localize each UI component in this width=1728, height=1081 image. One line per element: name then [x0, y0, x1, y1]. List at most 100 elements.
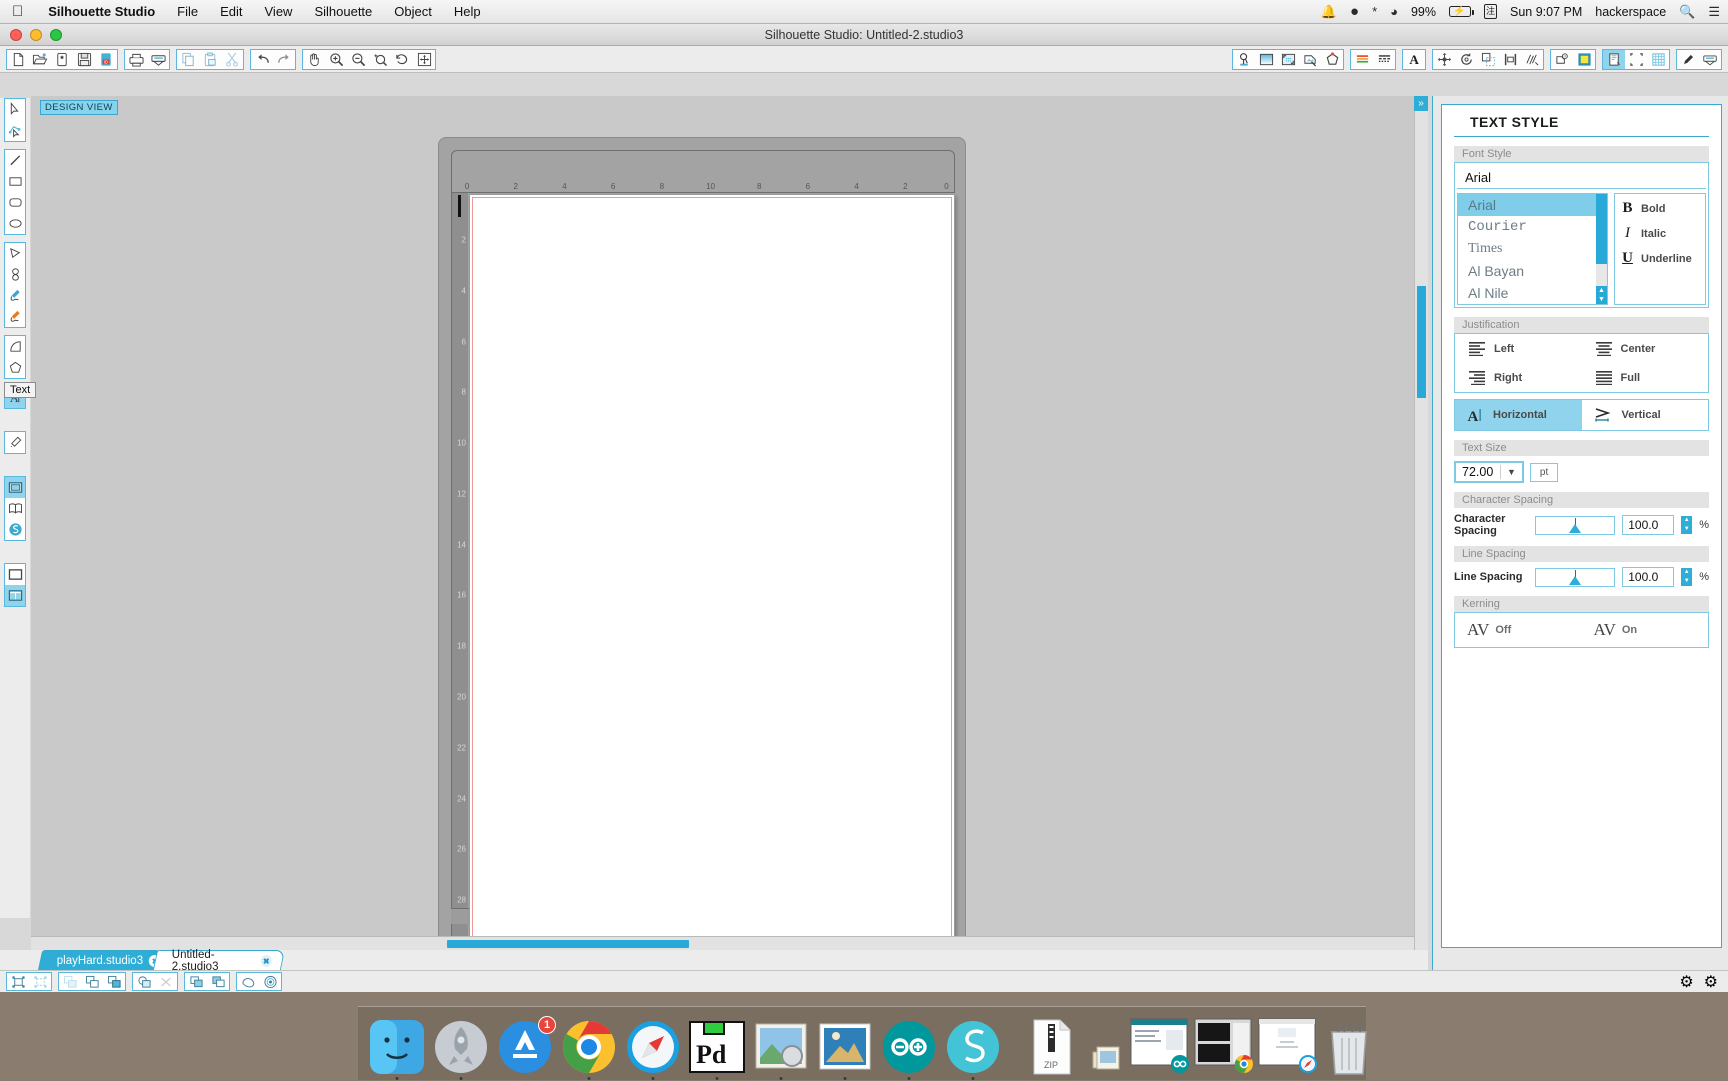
ellipse-tool[interactable]	[5, 213, 25, 234]
dock-item-pure-data[interactable]: Pd	[688, 1018, 746, 1076]
redo-button[interactable]	[273, 50, 295, 69]
page-tools-button[interactable]	[1603, 50, 1625, 69]
select-tool[interactable]	[5, 99, 25, 120]
justify-center-button[interactable]: Center	[1582, 334, 1709, 363]
compound-path-button[interactable]	[185, 973, 207, 990]
character-spacing-input[interactable]: 100.0	[1622, 515, 1674, 535]
grid-button[interactable]	[1647, 50, 1669, 69]
justify-full-button[interactable]: Full	[1582, 363, 1709, 392]
font-list-scroll-thumb[interactable]	[1596, 194, 1607, 264]
stepper-up-icon[interactable]: ▲	[1681, 568, 1692, 577]
document-page[interactable]	[469, 194, 955, 950]
undo-button[interactable]	[251, 50, 273, 69]
dock-file-stack[interactable]	[1090, 1042, 1124, 1076]
offset-button[interactable]	[237, 973, 259, 990]
slider-knob[interactable]	[1569, 576, 1581, 585]
search-icon[interactable]: 🔍	[1679, 5, 1695, 18]
concentric-offset-button[interactable]	[259, 973, 281, 990]
replicate-button[interactable]	[1521, 50, 1543, 69]
edit-points-tool[interactable]	[5, 120, 25, 141]
line-color-button[interactable]	[1351, 50, 1373, 69]
regular-polygon-tool[interactable]	[5, 357, 25, 378]
dock-window-preview-2[interactable]	[1194, 1018, 1252, 1076]
bold-toggle[interactable]: B Bold	[1621, 200, 1705, 217]
scale-button[interactable]	[1477, 50, 1499, 69]
line-style-button[interactable]	[1373, 50, 1395, 69]
menu-help[interactable]: Help	[443, 4, 492, 19]
design-canvas[interactable]: DESIGN VIEW 0 2 4 6 8 10 8 6 4 2 0	[31, 96, 1428, 950]
bring-forward-button[interactable]	[81, 973, 103, 990]
dock-item-photos[interactable]	[752, 1018, 810, 1076]
polygon-tool[interactable]	[5, 243, 25, 264]
preferences-gear-icon[interactable]: ⚙	[1704, 972, 1718, 992]
panel-side-strip[interactable]	[1414, 96, 1428, 950]
scroll-down-arrow-icon[interactable]: ▼	[1596, 295, 1607, 304]
menu-object[interactable]: Object	[383, 4, 443, 19]
font-list-scrollbar[interactable]: ▲ ▼	[1596, 194, 1607, 304]
zoom-region-button[interactable]	[391, 50, 413, 69]
justify-right-button[interactable]: Right	[1455, 363, 1582, 392]
send-to-back-button[interactable]	[59, 973, 81, 990]
page-setup-button[interactable]	[1255, 50, 1277, 69]
slider-knob[interactable]	[1569, 524, 1581, 533]
stepper-up-icon[interactable]: ▲	[1681, 516, 1692, 525]
italic-toggle[interactable]: I Italic	[1621, 225, 1705, 242]
bell-icon[interactable]: 🔔	[1321, 5, 1337, 18]
text-style-button[interactable]: A	[1403, 50, 1425, 69]
bluetooth-icon[interactable]: *	[1372, 5, 1377, 18]
rotate-button[interactable]	[1455, 50, 1477, 69]
dock-trash[interactable]	[1322, 1018, 1380, 1076]
character-spacing-stepper[interactable]: ▲ ▼	[1681, 516, 1692, 534]
menu-view[interactable]: View	[254, 4, 304, 19]
design-view-button[interactable]	[5, 564, 25, 585]
stepper-down-icon[interactable]: ▼	[1681, 577, 1692, 586]
apple-icon[interactable]: 	[12, 4, 23, 19]
line-spacing-slider[interactable]	[1535, 568, 1615, 587]
dock-item-chrome[interactable]	[560, 1018, 618, 1076]
font-name-input[interactable]: Arial	[1457, 167, 1706, 189]
smooth-freehand-tool[interactable]	[5, 306, 25, 327]
horizontal-scroll-thumb[interactable]	[447, 940, 689, 948]
pan-tool-button[interactable]	[303, 50, 325, 69]
line-tool[interactable]	[5, 150, 25, 171]
rectangle-tool[interactable]	[5, 171, 25, 192]
trace-button[interactable]	[1299, 50, 1321, 69]
canvas-horizontal-scrollbar[interactable]	[31, 936, 1415, 950]
settings-gear-icon[interactable]: ⚙	[1679, 972, 1693, 992]
save-as-pdf-button[interactable]: ID	[95, 50, 117, 69]
text-size-control[interactable]: 72.00 ▼	[1454, 461, 1524, 483]
font-option-al-nile[interactable]: Al Nile	[1458, 282, 1607, 304]
kerning-on-button[interactable]: AV On	[1582, 613, 1709, 647]
cutting-mat[interactable]: 0 2 4 6 8 10 8 6 4 2 0 2 4 6 8 10	[438, 137, 966, 950]
rounded-rectangle-tool[interactable]	[5, 192, 25, 213]
registration-marks-button[interactable]	[1277, 50, 1299, 69]
dock-item-app-store[interactable]: 1	[496, 1018, 554, 1076]
gradient-button[interactable]	[1573, 50, 1595, 69]
freehand-tool[interactable]	[5, 285, 25, 306]
zoom-out-button[interactable]	[347, 50, 369, 69]
crop-marks-button[interactable]	[1625, 50, 1647, 69]
dock-item-launchpad[interactable]	[432, 1018, 490, 1076]
line-spacing-input[interactable]: 100.0	[1622, 567, 1674, 587]
close-tab-icon[interactable]: ✖	[261, 955, 272, 967]
zoom-in-button[interactable]	[325, 50, 347, 69]
font-option-arial[interactable]: Arial	[1458, 194, 1607, 216]
menu-bar-clock[interactable]: Sun 9:07 PM	[1510, 5, 1582, 19]
curve-tool[interactable]	[5, 264, 25, 285]
menu-file[interactable]: File	[166, 4, 209, 19]
menu-bar-user[interactable]: hackerspace	[1595, 5, 1666, 19]
tab-untitled-2[interactable]: Untitled-2.studio3✖	[153, 950, 285, 970]
pixscan-button[interactable]	[1321, 50, 1343, 69]
weld-button[interactable]	[133, 973, 155, 990]
kerning-off-button[interactable]: AV Off	[1455, 613, 1582, 647]
stepper-down-icon[interactable]: ▼	[1681, 525, 1692, 534]
wifi-icon[interactable]: ◕	[1390, 5, 1398, 18]
font-list[interactable]: Arial Courier Times Al Bayan Al Nile ▲ ▼	[1457, 193, 1608, 305]
ungroup-objects-button[interactable]	[29, 973, 51, 990]
control-center-icon[interactable]: ☰	[1708, 5, 1720, 18]
cut-settings-button[interactable]	[1233, 50, 1255, 69]
battery-charging-icon[interactable]: ⚡	[1449, 6, 1471, 17]
dock-window-preview-3[interactable]	[1258, 1018, 1316, 1076]
save-document-button[interactable]	[73, 50, 95, 69]
silhouette-store-button[interactable]	[5, 519, 25, 540]
